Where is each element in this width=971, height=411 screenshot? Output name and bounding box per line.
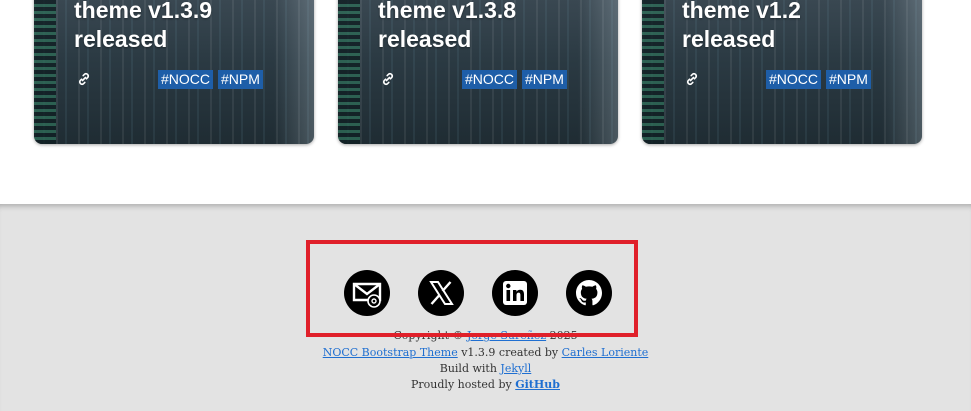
card-title[interactable]: theme v1.3.9 released <box>74 0 304 54</box>
card-title-line: theme v1.3.9 <box>74 0 213 23</box>
copyright-line: Copyright © Jorge Sureñez 2025 <box>0 328 971 344</box>
card-meta: #NOCC #NPM <box>74 70 304 90</box>
x-icon[interactable] <box>418 270 464 316</box>
theme-link[interactable]: NOCC Bootstrap Theme <box>323 346 458 359</box>
hosted-line: Proudly hosted by GitHub <box>0 377 971 393</box>
tag-nocc[interactable]: #NOCC <box>766 70 822 89</box>
card-title-line: theme v1.3.8 <box>378 0 517 23</box>
github-icon[interactable] <box>566 270 612 316</box>
blog-card[interactable]: theme v1.3.9 released #NOCC #NPM <box>34 0 314 144</box>
social-links <box>344 270 624 316</box>
blog-cards-section: theme v1.3.9 released #NOCC #NPM theme v… <box>0 0 971 204</box>
copyright-author-link[interactable]: Jorge Sureñez <box>467 329 546 342</box>
link-icon[interactable] <box>684 71 700 87</box>
card-title-line: released <box>74 26 168 52</box>
card-title-line: released <box>378 26 472 52</box>
blog-card[interactable]: theme v1.2 released #NOCC #NPM <box>642 0 922 144</box>
theme-author-link[interactable]: Carles Loriente <box>562 346 649 359</box>
copyright-prefix: Copyright © <box>393 329 464 342</box>
card-title[interactable]: theme v1.3.8 released <box>378 0 608 54</box>
card-title-line: released <box>682 26 776 52</box>
card-meta: #NOCC #NPM <box>682 70 912 90</box>
link-icon[interactable] <box>76 71 92 87</box>
tag-npm[interactable]: #NPM <box>522 70 567 89</box>
build-line: Build with Jekyll <box>0 361 971 377</box>
tag-nocc[interactable]: #NOCC <box>158 70 214 89</box>
linkedin-icon[interactable] <box>492 270 538 316</box>
theme-credit-line: NOCC Bootstrap Theme v1.3.9 created by C… <box>0 345 971 361</box>
copyright-year: 2025 <box>549 329 578 342</box>
card-meta: #NOCC #NPM <box>378 70 608 90</box>
hosted-prefix: Proudly hosted by <box>411 378 512 391</box>
card-title[interactable]: theme v1.2 released <box>682 0 912 54</box>
github-link[interactable]: GitHub <box>515 378 560 391</box>
blog-card[interactable]: theme v1.3.8 released #NOCC #NPM <box>338 0 618 144</box>
site-footer: Copyright © Jorge Sureñez 2025 NOCC Boot… <box>0 204 971 411</box>
tag-nocc[interactable]: #NOCC <box>462 70 518 89</box>
tag-npm[interactable]: #NPM <box>218 70 263 89</box>
card-title-line: theme v1.2 <box>682 0 801 23</box>
theme-version-text: v1.3.9 created by <box>461 346 559 359</box>
jekyll-link[interactable]: Jekyll <box>500 362 531 375</box>
build-prefix: Build with <box>439 362 497 375</box>
link-icon[interactable] <box>380 71 396 87</box>
mail-icon[interactable] <box>344 270 390 316</box>
tag-npm[interactable]: #NPM <box>826 70 871 89</box>
